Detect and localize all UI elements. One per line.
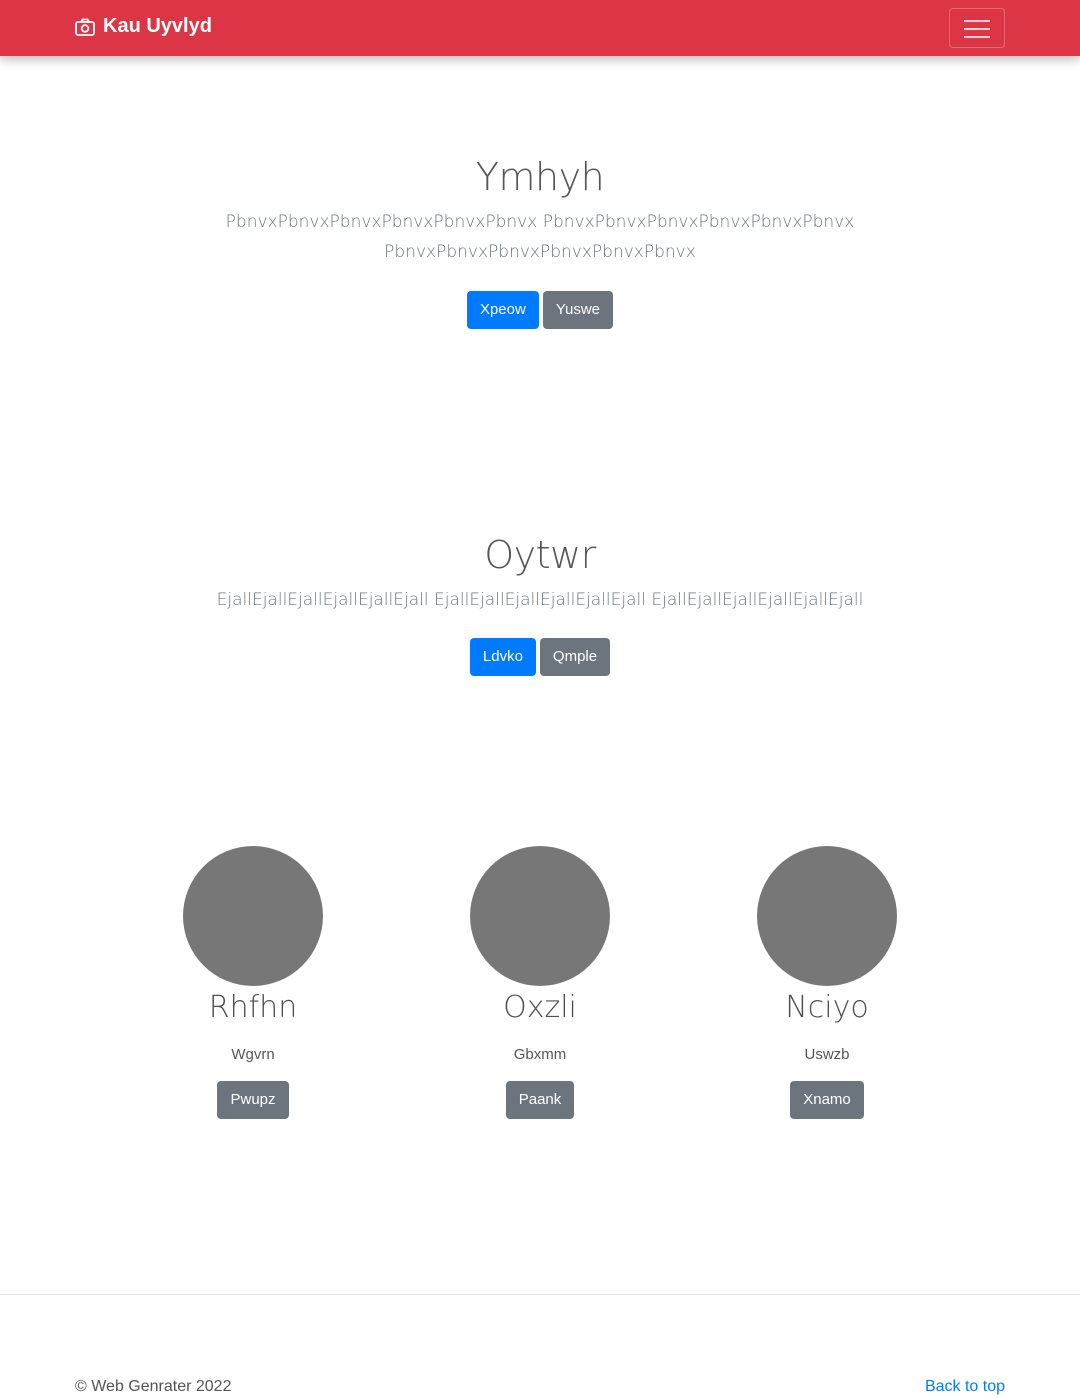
hero-1-primary-button[interactable]: Xpeow — [466, 291, 539, 329]
hero-1-text-line-1: PbnvxPbnvxPbnvxPbnvxPbnvxPbnvx PbnvxPbnv… — [225, 212, 855, 232]
card-1-subtitle: Wgvrn — [231, 1046, 275, 1063]
card-2: Oxzli Gbxmm Paank — [390, 846, 690, 1119]
hero-2-button-row: Ldvko Qmple — [0, 638, 1080, 676]
footer-copyright: © Web Genrater 2022 — [75, 1378, 232, 1395]
card-3-button[interactable]: Xnamo — [790, 1081, 864, 1119]
card-3-placeholder-image — [757, 846, 897, 986]
hero-section-2: Oytwr EjallEjallEjallEjallEjallEjall Eja… — [0, 533, 1080, 676]
card-2-subtitle: Gbxmm — [513, 1046, 567, 1063]
hero-2-text-line-1: EjallEjallEjallEjallEjallEjall EjallEjal… — [216, 590, 864, 610]
brand-text: Kau Uyvlyd — [103, 15, 212, 37]
camera-icon — [75, 18, 95, 36]
back-to-top-link[interactable]: Back to top — [925, 1378, 1005, 1396]
hero-1-button-row: Xpeow Yuswe — [0, 291, 1080, 329]
card-2-title: Oxzli — [503, 990, 577, 1025]
card-1-placeholder-image — [183, 846, 323, 986]
card-2-button[interactable]: Paank — [505, 1081, 575, 1119]
card-3: Nciyo Uswzb Xnamo — [677, 846, 977, 1119]
card-2-placeholder-image — [470, 846, 610, 986]
footer-divider — [0, 1294, 1080, 1295]
card-1-title: Rhfhn — [208, 990, 298, 1025]
navbar-toggler-button[interactable] — [949, 8, 1005, 48]
hero-1-text-line-2: PbnvxPbnvxPbnvxPbnvxPbnvxPbnvx — [384, 242, 696, 262]
card-1-button[interactable]: Pwupz — [217, 1081, 289, 1119]
card-3-subtitle: Uswzb — [804, 1046, 850, 1063]
card-1: Rhfhn Wgvrn Pwupz — [103, 846, 403, 1119]
hero-2-secondary-button[interactable]: Qmple — [539, 638, 611, 676]
hero-2-heading: Oytwr — [484, 533, 596, 577]
hero-2-primary-button[interactable]: Ldvko — [469, 638, 536, 676]
hero-1-heading: Ymhyh — [475, 155, 605, 199]
card-3-title: Nciyo — [785, 990, 869, 1025]
hero-1-secondary-button[interactable]: Yuswe — [542, 291, 614, 329]
navbar: Kau Uyvlyd — [0, 0, 1080, 56]
hero-section-1: Ymhyh PbnvxPbnvxPbnvxPbnvxPbnvxPbnvx Pbn… — [0, 155, 1080, 329]
brand-link[interactable]: Kau Uyvlyd — [75, 15, 212, 38]
